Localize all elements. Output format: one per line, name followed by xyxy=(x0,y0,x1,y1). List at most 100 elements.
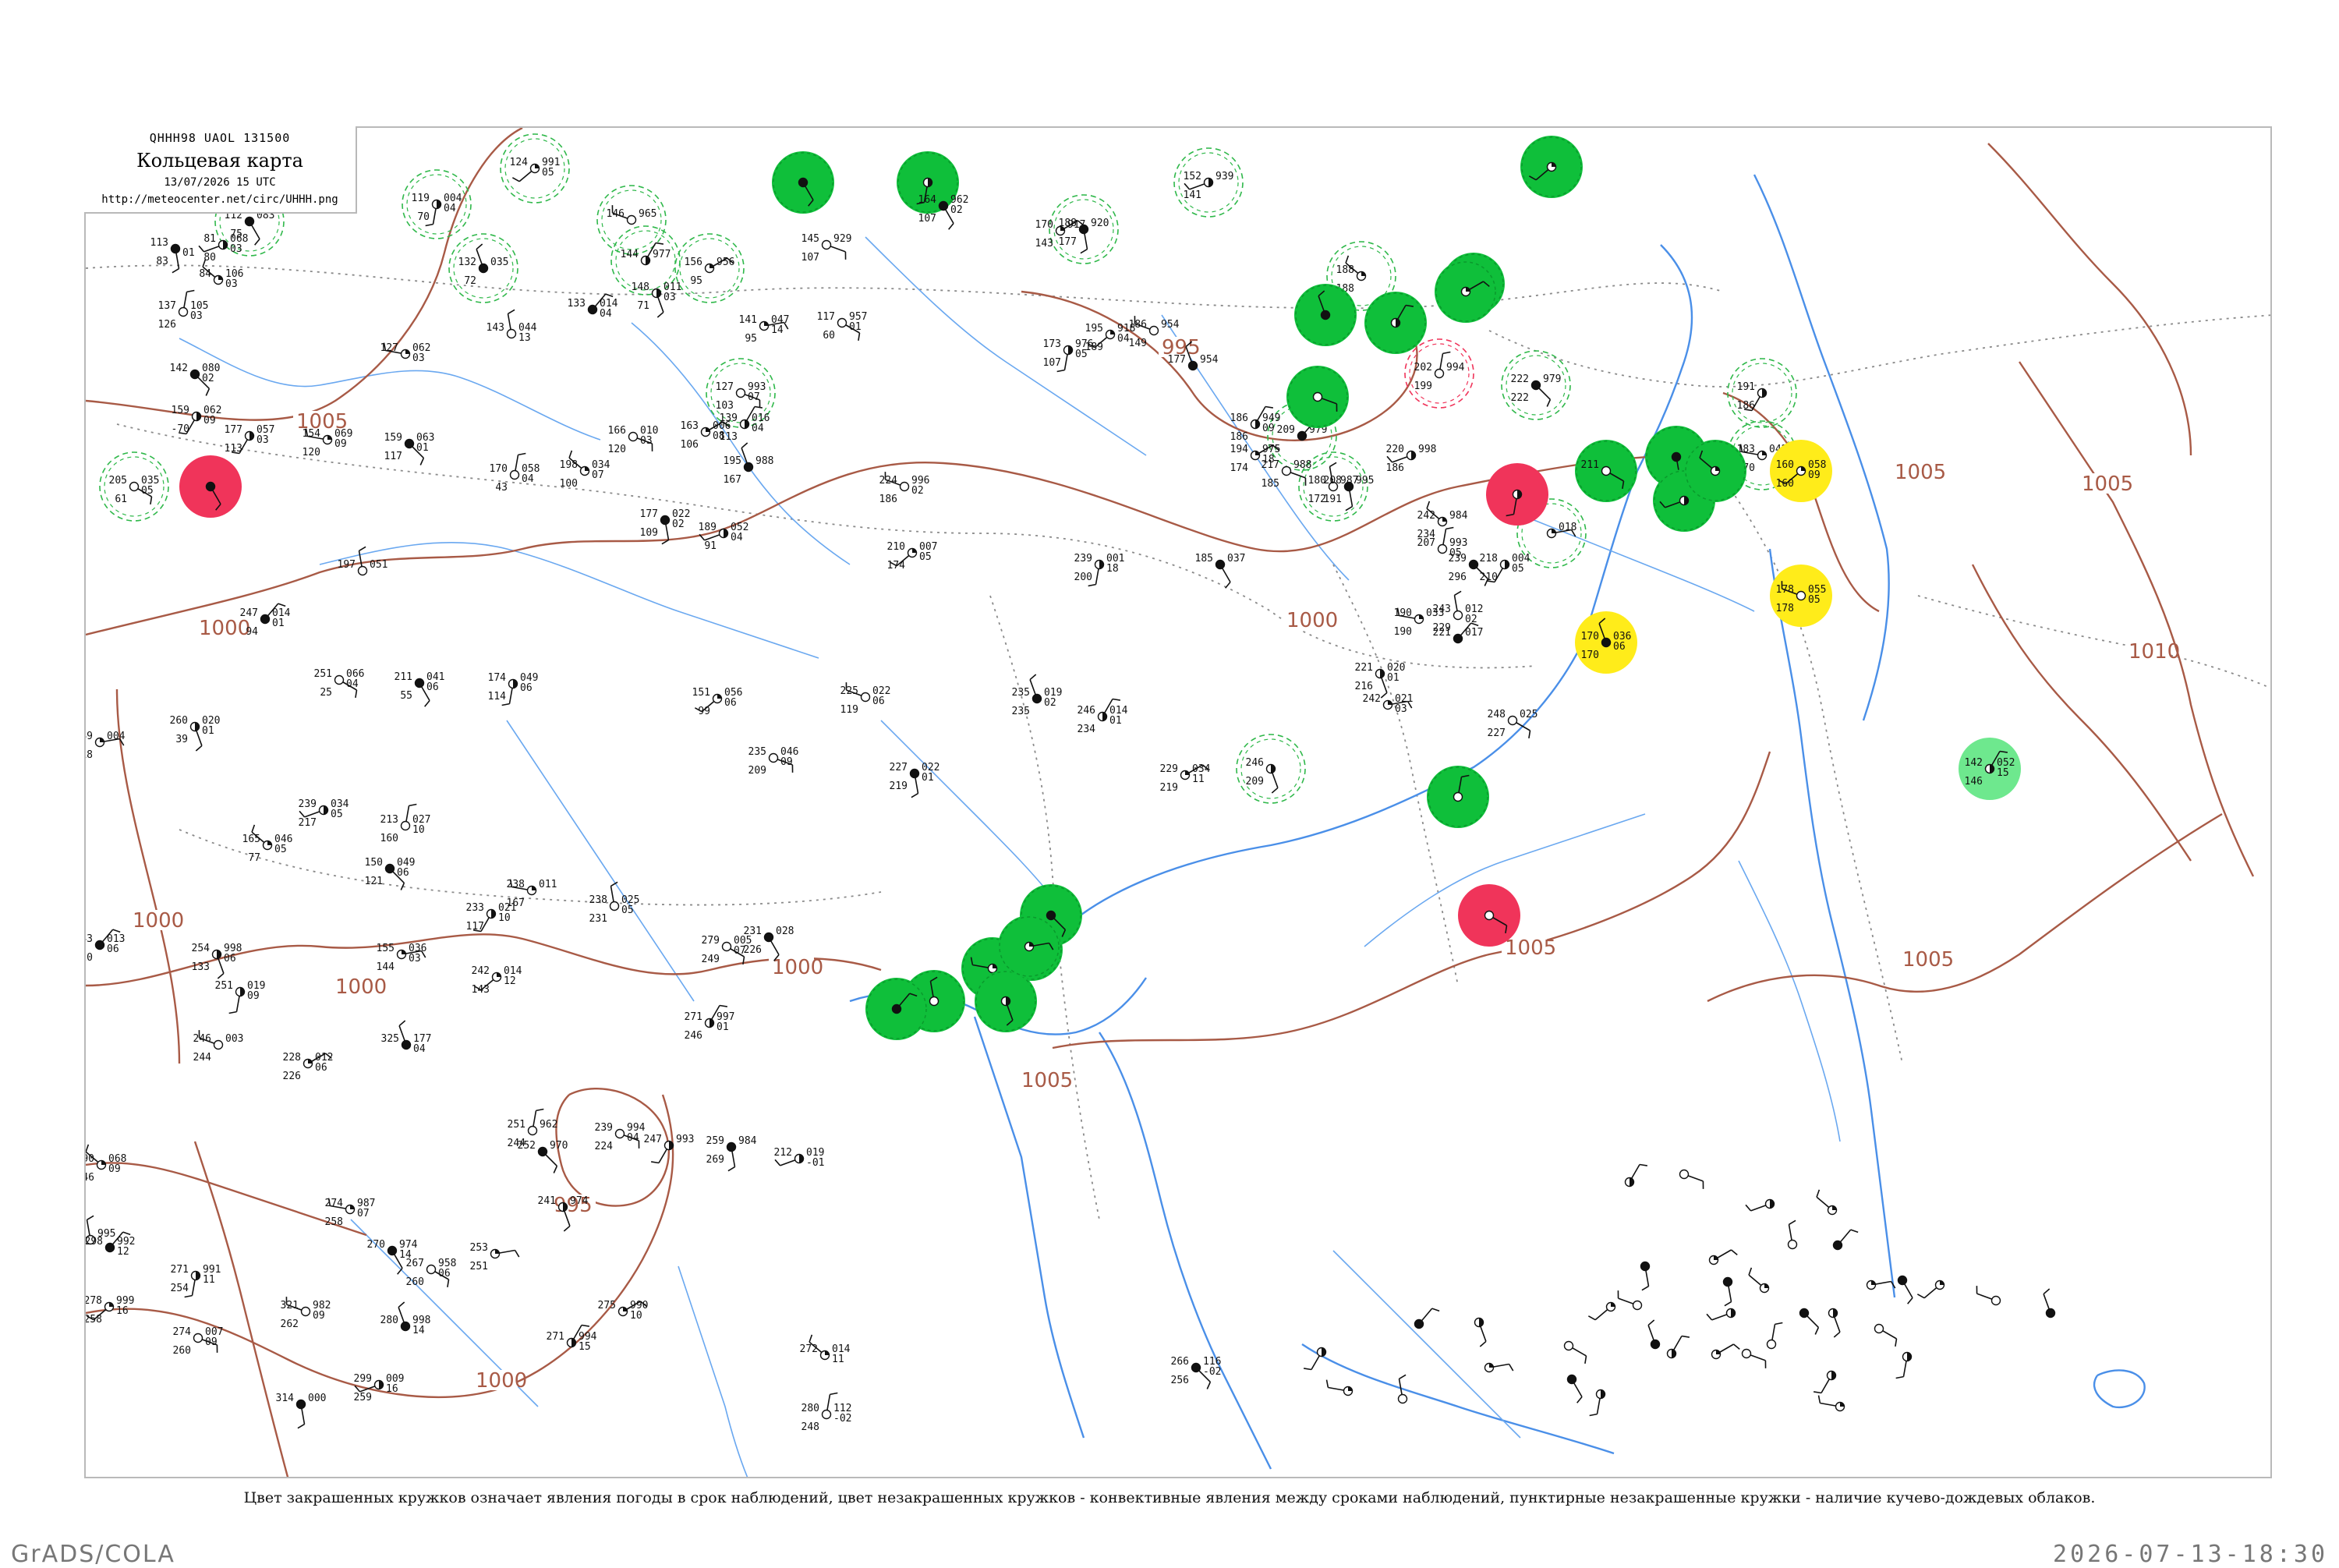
station-plain[interactable] xyxy=(1588,1303,1615,1320)
station-plain[interactable]: 14304413 xyxy=(487,310,537,344)
station-plain[interactable]: 27201411 xyxy=(800,1335,851,1365)
station-plain[interactable]: 1510569906 xyxy=(692,687,743,717)
station-plain[interactable]: 14208002 xyxy=(170,363,221,396)
station-thunder[interactable] xyxy=(179,455,242,518)
station-plain[interactable]: 242984234 xyxy=(1417,501,1468,540)
station-plain[interactable] xyxy=(1648,1320,1659,1348)
station-plain[interactable]: 2510662504 xyxy=(314,668,365,699)
station-plain[interactable]: 26795826006 xyxy=(406,1258,457,1288)
station-rain[interactable] xyxy=(1435,260,1497,323)
station-plain[interactable]: 29006824609 xyxy=(86,1145,126,1184)
station-plain[interactable] xyxy=(2044,1289,2054,1317)
station-plain[interactable]: 1410479514 xyxy=(739,314,790,345)
station-plain[interactable]: 23903421705 xyxy=(299,798,349,829)
station-plain[interactable] xyxy=(1917,1281,1944,1298)
station-rain[interactable] xyxy=(1286,366,1349,428)
station-plain[interactable]: 15906311701 xyxy=(384,432,435,465)
station-plain[interactable]: 27599010 xyxy=(598,1300,649,1322)
station-plain[interactable]: 27400726009 xyxy=(173,1326,224,1357)
station-plain[interactable] xyxy=(1749,1268,1768,1293)
station-plain[interactable]: 25101909 xyxy=(215,980,266,1013)
station-cb[interactable]: 152939141 xyxy=(1174,148,1243,217)
station-fog[interactable]: 17805517805 xyxy=(1770,565,1832,627)
station-plain[interactable] xyxy=(1800,1309,1819,1335)
station-plain[interactable]: 28099814 xyxy=(380,1302,431,1336)
station-plain[interactable]: 12706203 xyxy=(380,342,431,364)
station-cb[interactable]: 13203572 xyxy=(449,234,518,303)
station-plain[interactable]: 253251 xyxy=(470,1242,519,1272)
station-cb[interactable]: 222979222 xyxy=(1502,351,1570,419)
station-plain[interactable] xyxy=(1814,1372,1835,1393)
station-plain[interactable] xyxy=(1789,1220,1797,1248)
station-rain[interactable] xyxy=(998,915,1060,978)
station-rain[interactable] xyxy=(975,970,1037,1032)
station-plain[interactable]: 32198226209 xyxy=(281,1297,331,1330)
station-plain[interactable]: 1700584304 xyxy=(490,454,540,494)
station-plain[interactable]: 249004-18 xyxy=(86,731,126,761)
station-plain[interactable]: 248025227 xyxy=(1488,709,1538,739)
station-plain[interactable]: 159062-7009 xyxy=(172,405,222,435)
station-plain[interactable] xyxy=(1707,1309,1735,1320)
station-cbred[interactable]: 202994199 xyxy=(1405,339,1474,408)
station-plain[interactable] xyxy=(1327,1380,1353,1396)
station-rain[interactable] xyxy=(1364,292,1427,354)
station-plain[interactable]: 22801222606 xyxy=(283,1052,334,1082)
station-cb[interactable]: 246209 xyxy=(1237,734,1305,803)
station-plain[interactable] xyxy=(1724,1278,1732,1306)
station-plain[interactable] xyxy=(1626,1164,1647,1186)
station-thunder[interactable] xyxy=(1486,463,1548,526)
station-plain[interactable] xyxy=(1485,1364,1513,1372)
station-plain[interactable] xyxy=(1875,1325,1897,1347)
station-plain[interactable]: 23501923502 xyxy=(1012,674,1063,717)
station-plain[interactable]: 23999422404 xyxy=(595,1122,646,1152)
station-plain[interactable]: 238011167 xyxy=(507,879,557,909)
station-plain[interactable] xyxy=(1896,1353,1912,1379)
station-plain[interactable]: 29900925916 xyxy=(354,1373,405,1403)
station-rain[interactable] xyxy=(865,978,928,1040)
station-plain[interactable]: 16300610608 xyxy=(681,420,731,451)
station-plain[interactable]: 145929107 xyxy=(801,233,852,264)
station-plain[interactable]: 22499618602 xyxy=(879,472,930,505)
station-plain[interactable]: 1650467705 xyxy=(242,825,293,864)
station-plain[interactable] xyxy=(1712,1344,1740,1359)
station-plain[interactable] xyxy=(1867,1281,1895,1290)
station-plain[interactable] xyxy=(1565,1342,1587,1364)
station-plain[interactable]: 27199724601 xyxy=(685,1005,735,1042)
station-plain[interactable]: 246003244 xyxy=(193,1030,244,1064)
station-plain[interactable]: 212019-01 xyxy=(774,1147,825,1169)
station-plain[interactable] xyxy=(1817,1190,1836,1215)
station-cb[interactable]: 191186 xyxy=(1728,359,1796,427)
station-plain[interactable]: 1138301 xyxy=(150,237,195,273)
station-plain[interactable]: 21800421005 xyxy=(1480,553,1530,583)
station-plain[interactable]: 18694918609 xyxy=(1230,406,1281,443)
station-plain[interactable]: 185037 xyxy=(1195,553,1246,588)
station-thunder[interactable] xyxy=(1458,884,1520,947)
station-plain[interactable]: 16601012003 xyxy=(608,425,659,455)
station-plain[interactable] xyxy=(1819,1396,1845,1411)
station-plain[interactable]: 2110415506 xyxy=(395,671,445,706)
station-plain[interactable]: 24202103 xyxy=(1363,693,1414,715)
station-plain[interactable]: 32517704 xyxy=(381,1021,432,1055)
station-drizzle[interactable]: 14205214615 xyxy=(1959,738,2021,800)
station-plain[interactable]: 266116256-02 xyxy=(1171,1356,1222,1389)
station-plain[interactable] xyxy=(1568,1375,1583,1403)
station-rain[interactable]: 211 xyxy=(1575,440,1637,502)
station-plain[interactable]: 195988167 xyxy=(724,443,774,486)
station-plain[interactable] xyxy=(1680,1170,1704,1189)
station-plain[interactable]: 8410603 xyxy=(199,260,243,290)
station-plain[interactable]: 22702221901 xyxy=(890,762,940,798)
station-plain[interactable]: 21302716010 xyxy=(380,805,431,844)
station-rain[interactable] xyxy=(1684,440,1746,502)
station-plain[interactable]: 24301322006 xyxy=(86,929,125,964)
station-plain[interactable]: 24601423401 xyxy=(1077,699,1128,735)
station-fog[interactable]: 17003617006 xyxy=(1575,611,1637,674)
station-plain[interactable] xyxy=(1710,1250,1738,1265)
station-plain[interactable]: 27199125411 xyxy=(171,1264,221,1297)
station-plain[interactable] xyxy=(1668,1336,1690,1357)
station-plain[interactable] xyxy=(1898,1276,1913,1304)
station-plain[interactable]: 810688003 xyxy=(199,233,248,264)
station-plain[interactable]: 314000 xyxy=(276,1393,327,1428)
station-rain[interactable] xyxy=(772,151,834,214)
station-plain[interactable]: 19803410007 xyxy=(560,451,610,490)
station-plain[interactable] xyxy=(1304,1348,1325,1370)
